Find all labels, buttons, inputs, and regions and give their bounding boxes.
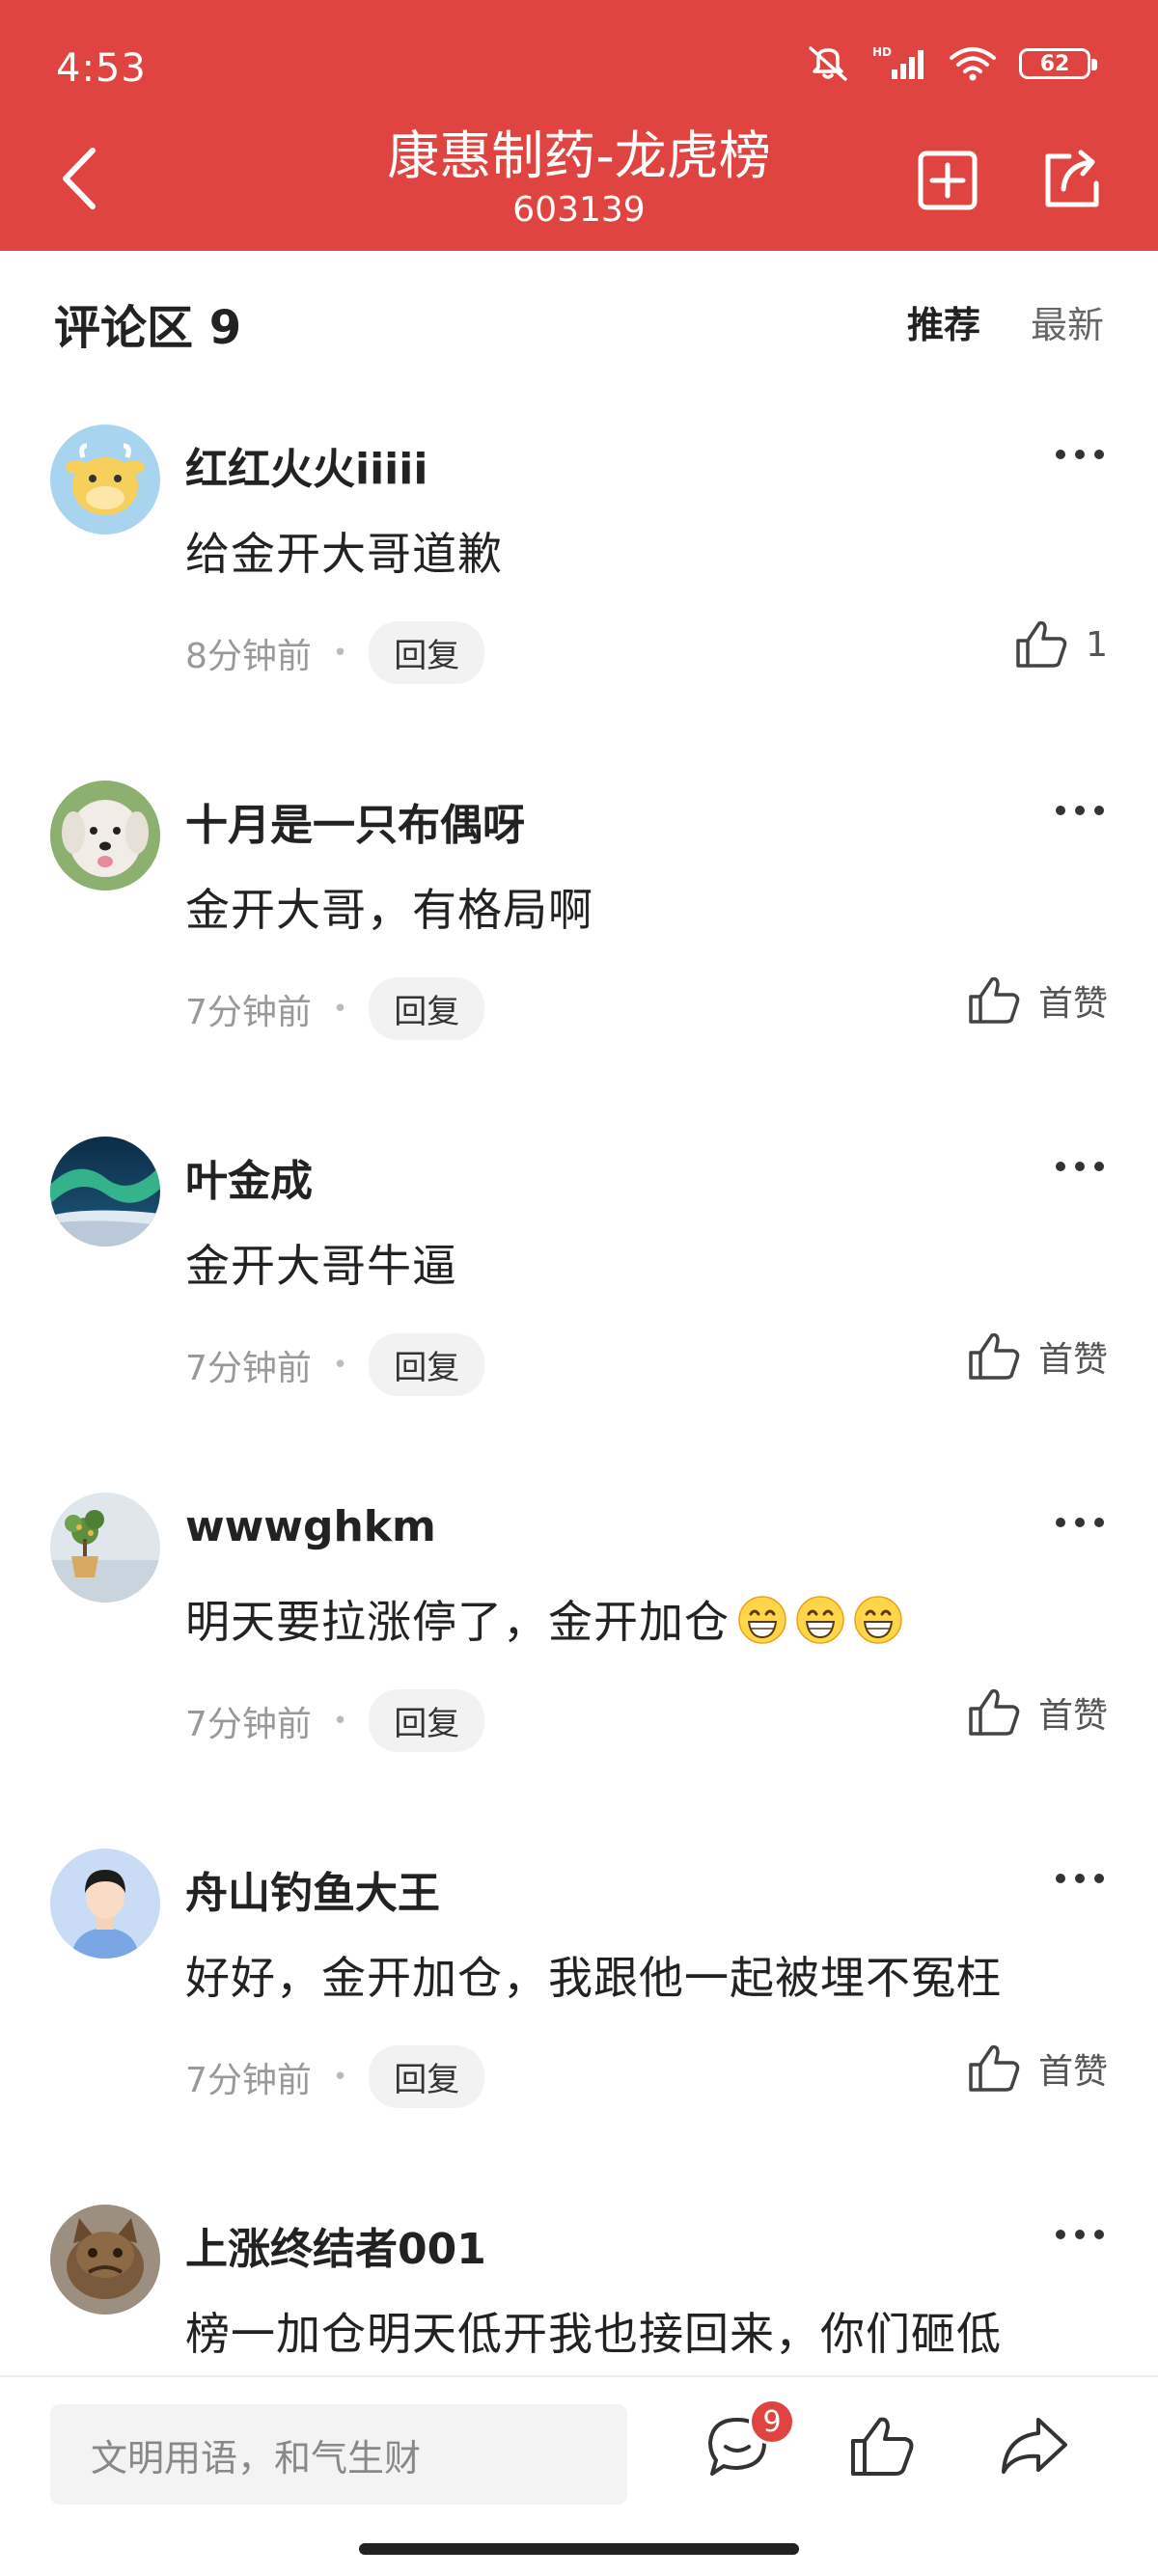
like-label: 首赞 bbox=[1037, 2052, 1108, 2092]
grin-emoji-icon bbox=[738, 1596, 786, 1644]
like-label: 首赞 bbox=[1037, 1696, 1108, 1736]
more-options-button[interactable] bbox=[1056, 2230, 1104, 2239]
like-button[interactable]: 首赞 bbox=[967, 1331, 1108, 1382]
forward-arrow-icon bbox=[1002, 2418, 1067, 2474]
like-count: 1 bbox=[1086, 624, 1108, 665]
reply-button[interactable]: 回复 bbox=[369, 977, 485, 1040]
comment-time: 7分钟前 bbox=[185, 1348, 312, 1388]
comment-item: 舟山钓鱼大王 好好，金开加仓，我跟他一起被埋不冤枉 7分钟前 • 回复 首赞 bbox=[0, 1839, 1158, 2195]
thumbs-up-icon bbox=[969, 1332, 1020, 1380]
reply-button[interactable]: 回复 bbox=[369, 621, 485, 684]
more-options-button[interactable] bbox=[1056, 1518, 1104, 1527]
home-indicator[interactable] bbox=[359, 2543, 799, 2555]
comment-meta: 7分钟前 • 回复 bbox=[185, 1689, 485, 1752]
like-button[interactable]: 首赞 bbox=[967, 2043, 1108, 2094]
more-options-button[interactable] bbox=[1056, 1162, 1104, 1171]
status-icons: HD 62 bbox=[805, 44, 1097, 83]
comment-text: 明天要拉涨停了，金开加仓 bbox=[185, 1587, 903, 1651]
stock-code: 603139 bbox=[512, 190, 646, 230]
comment-meta: 7分钟前 • 回复 bbox=[185, 1333, 485, 1396]
aurora-avatar[interactable] bbox=[50, 1137, 160, 1247]
like-button[interactable]: 首赞 bbox=[967, 975, 1108, 1026]
separator-dot: • bbox=[332, 994, 348, 1024]
more-options-button[interactable] bbox=[1056, 1874, 1104, 1883]
comments-button[interactable]: 9 bbox=[704, 2398, 795, 2483]
comment-username[interactable]: 上涨终结者001 bbox=[185, 2214, 486, 2276]
like-button[interactable]: 1 bbox=[1014, 619, 1108, 670]
page-title: 康惠制药-龙虎榜 bbox=[387, 125, 771, 186]
battery-indicator: 62 bbox=[1019, 48, 1097, 79]
comment-meta: 7分钟前 • 回复 bbox=[185, 977, 485, 1040]
comment-text: 给金开大哥道歉 bbox=[185, 528, 503, 580]
grin-emoji-icon bbox=[796, 1596, 844, 1644]
title-block: 康惠制药-龙虎榜 603139 bbox=[0, 125, 1158, 232]
comment-username[interactable]: 红红火火iiiii bbox=[185, 434, 427, 496]
thumbs-up-icon bbox=[969, 2044, 1020, 2092]
separator-dot: • bbox=[332, 1706, 348, 1736]
comment-item: wwwghkm 明天要拉涨停了，金开加仓 7分钟前 • 回复 首赞 bbox=[0, 1483, 1158, 1839]
comment-section-title: 评论区 9 bbox=[54, 301, 242, 355]
comment-section-bar: 评论区 9 推荐 最新 bbox=[0, 251, 1158, 376]
forward-button[interactable] bbox=[1000, 2414, 1069, 2481]
comment-time: 7分钟前 bbox=[185, 1704, 312, 1744]
thumbs-up-icon bbox=[1016, 620, 1067, 668]
thumbs-up-icon bbox=[969, 1688, 1020, 1736]
comment-item: 叶金成 金开大哥牛逼 7分钟前 • 回复 首赞 bbox=[0, 1127, 1158, 1483]
comment-text: 榜一加仓明天低开我也接回来，你们砸低 bbox=[185, 2308, 1002, 2360]
add-watchlist-button[interactable] bbox=[917, 150, 979, 211]
comment-username[interactable]: 叶金成 bbox=[185, 1146, 313, 1208]
app-header: 4:53 HD 62 康惠制药-龙虎榜 603139 bbox=[0, 0, 1158, 251]
comment-username[interactable]: wwwghkm bbox=[185, 1502, 436, 1551]
comment-input[interactable]: 文明用语，和气生财 bbox=[50, 2404, 627, 2505]
thumbs-up-icon bbox=[851, 2417, 914, 2476]
comment-text: 金开大哥，有格局啊 bbox=[185, 884, 593, 936]
comment-time: 7分钟前 bbox=[185, 992, 312, 1032]
dog-avatar[interactable] bbox=[50, 781, 160, 891]
mute-icon bbox=[809, 46, 847, 81]
comment-time: 8分钟前 bbox=[185, 636, 312, 676]
plant-avatar[interactable] bbox=[50, 1493, 160, 1603]
tab-recommended[interactable]: 推荐 bbox=[907, 295, 980, 348]
tab-latest[interactable]: 最新 bbox=[1031, 295, 1104, 348]
separator-dot: • bbox=[332, 2062, 348, 2092]
like-label: 首赞 bbox=[1037, 984, 1108, 1024]
like-label: 首赞 bbox=[1037, 1340, 1108, 1380]
signal-icon: HD bbox=[872, 45, 924, 79]
comment-text: 好好，金开加仓，我跟他一起被埋不冤枉 bbox=[185, 1952, 1002, 2004]
like-button[interactable]: 首赞 bbox=[967, 1687, 1108, 1738]
man-avatar[interactable] bbox=[50, 1849, 160, 1959]
comment-text-body: 明天要拉涨停了，金开加仓 bbox=[185, 1596, 730, 1648]
reply-button[interactable]: 回复 bbox=[369, 1689, 485, 1752]
comment-list: 红红火火iiiii 给金开大哥道歉 8分钟前 • 回复 1 十月是一只布偶呀 金… bbox=[0, 415, 1158, 2551]
cat-avatar[interactable] bbox=[50, 2205, 160, 2315]
comment-username[interactable]: 十月是一只布偶呀 bbox=[185, 790, 525, 852]
comment-meta: 8分钟前 • 回复 bbox=[185, 621, 485, 684]
sort-tabs: 推荐 最新 bbox=[907, 295, 1104, 348]
more-options-button[interactable] bbox=[1056, 450, 1104, 459]
like-article-button[interactable] bbox=[849, 2414, 915, 2481]
separator-dot: • bbox=[332, 638, 348, 668]
cow-avatar[interactable] bbox=[50, 425, 160, 534]
comment-username[interactable]: 舟山钓鱼大王 bbox=[185, 1858, 440, 1920]
comment-item: 十月是一只布偶呀 金开大哥，有格局啊 7分钟前 • 回复 首赞 bbox=[0, 771, 1158, 1127]
status-time: 4:53 bbox=[56, 46, 147, 91]
svg-text:HD: HD bbox=[872, 45, 892, 59]
grin-emoji-icon bbox=[854, 1596, 902, 1644]
separator-dot: • bbox=[332, 1350, 348, 1380]
wifi-icon bbox=[950, 47, 996, 81]
reply-button[interactable]: 回复 bbox=[369, 1333, 485, 1396]
comment-item: 红红火火iiiii 给金开大哥道歉 8分钟前 • 回复 1 bbox=[0, 415, 1158, 771]
comment-time: 7分钟前 bbox=[185, 2060, 312, 2100]
thumbs-up-icon bbox=[969, 976, 1020, 1024]
share-button[interactable] bbox=[1042, 147, 1102, 210]
comment-text: 金开大哥牛逼 bbox=[185, 1240, 457, 1292]
reply-button[interactable]: 回复 bbox=[369, 2045, 485, 2108]
comment-count-badge: 9 bbox=[749, 2398, 795, 2445]
more-options-button[interactable] bbox=[1056, 806, 1104, 815]
comment-meta: 7分钟前 • 回复 bbox=[185, 2045, 485, 2108]
